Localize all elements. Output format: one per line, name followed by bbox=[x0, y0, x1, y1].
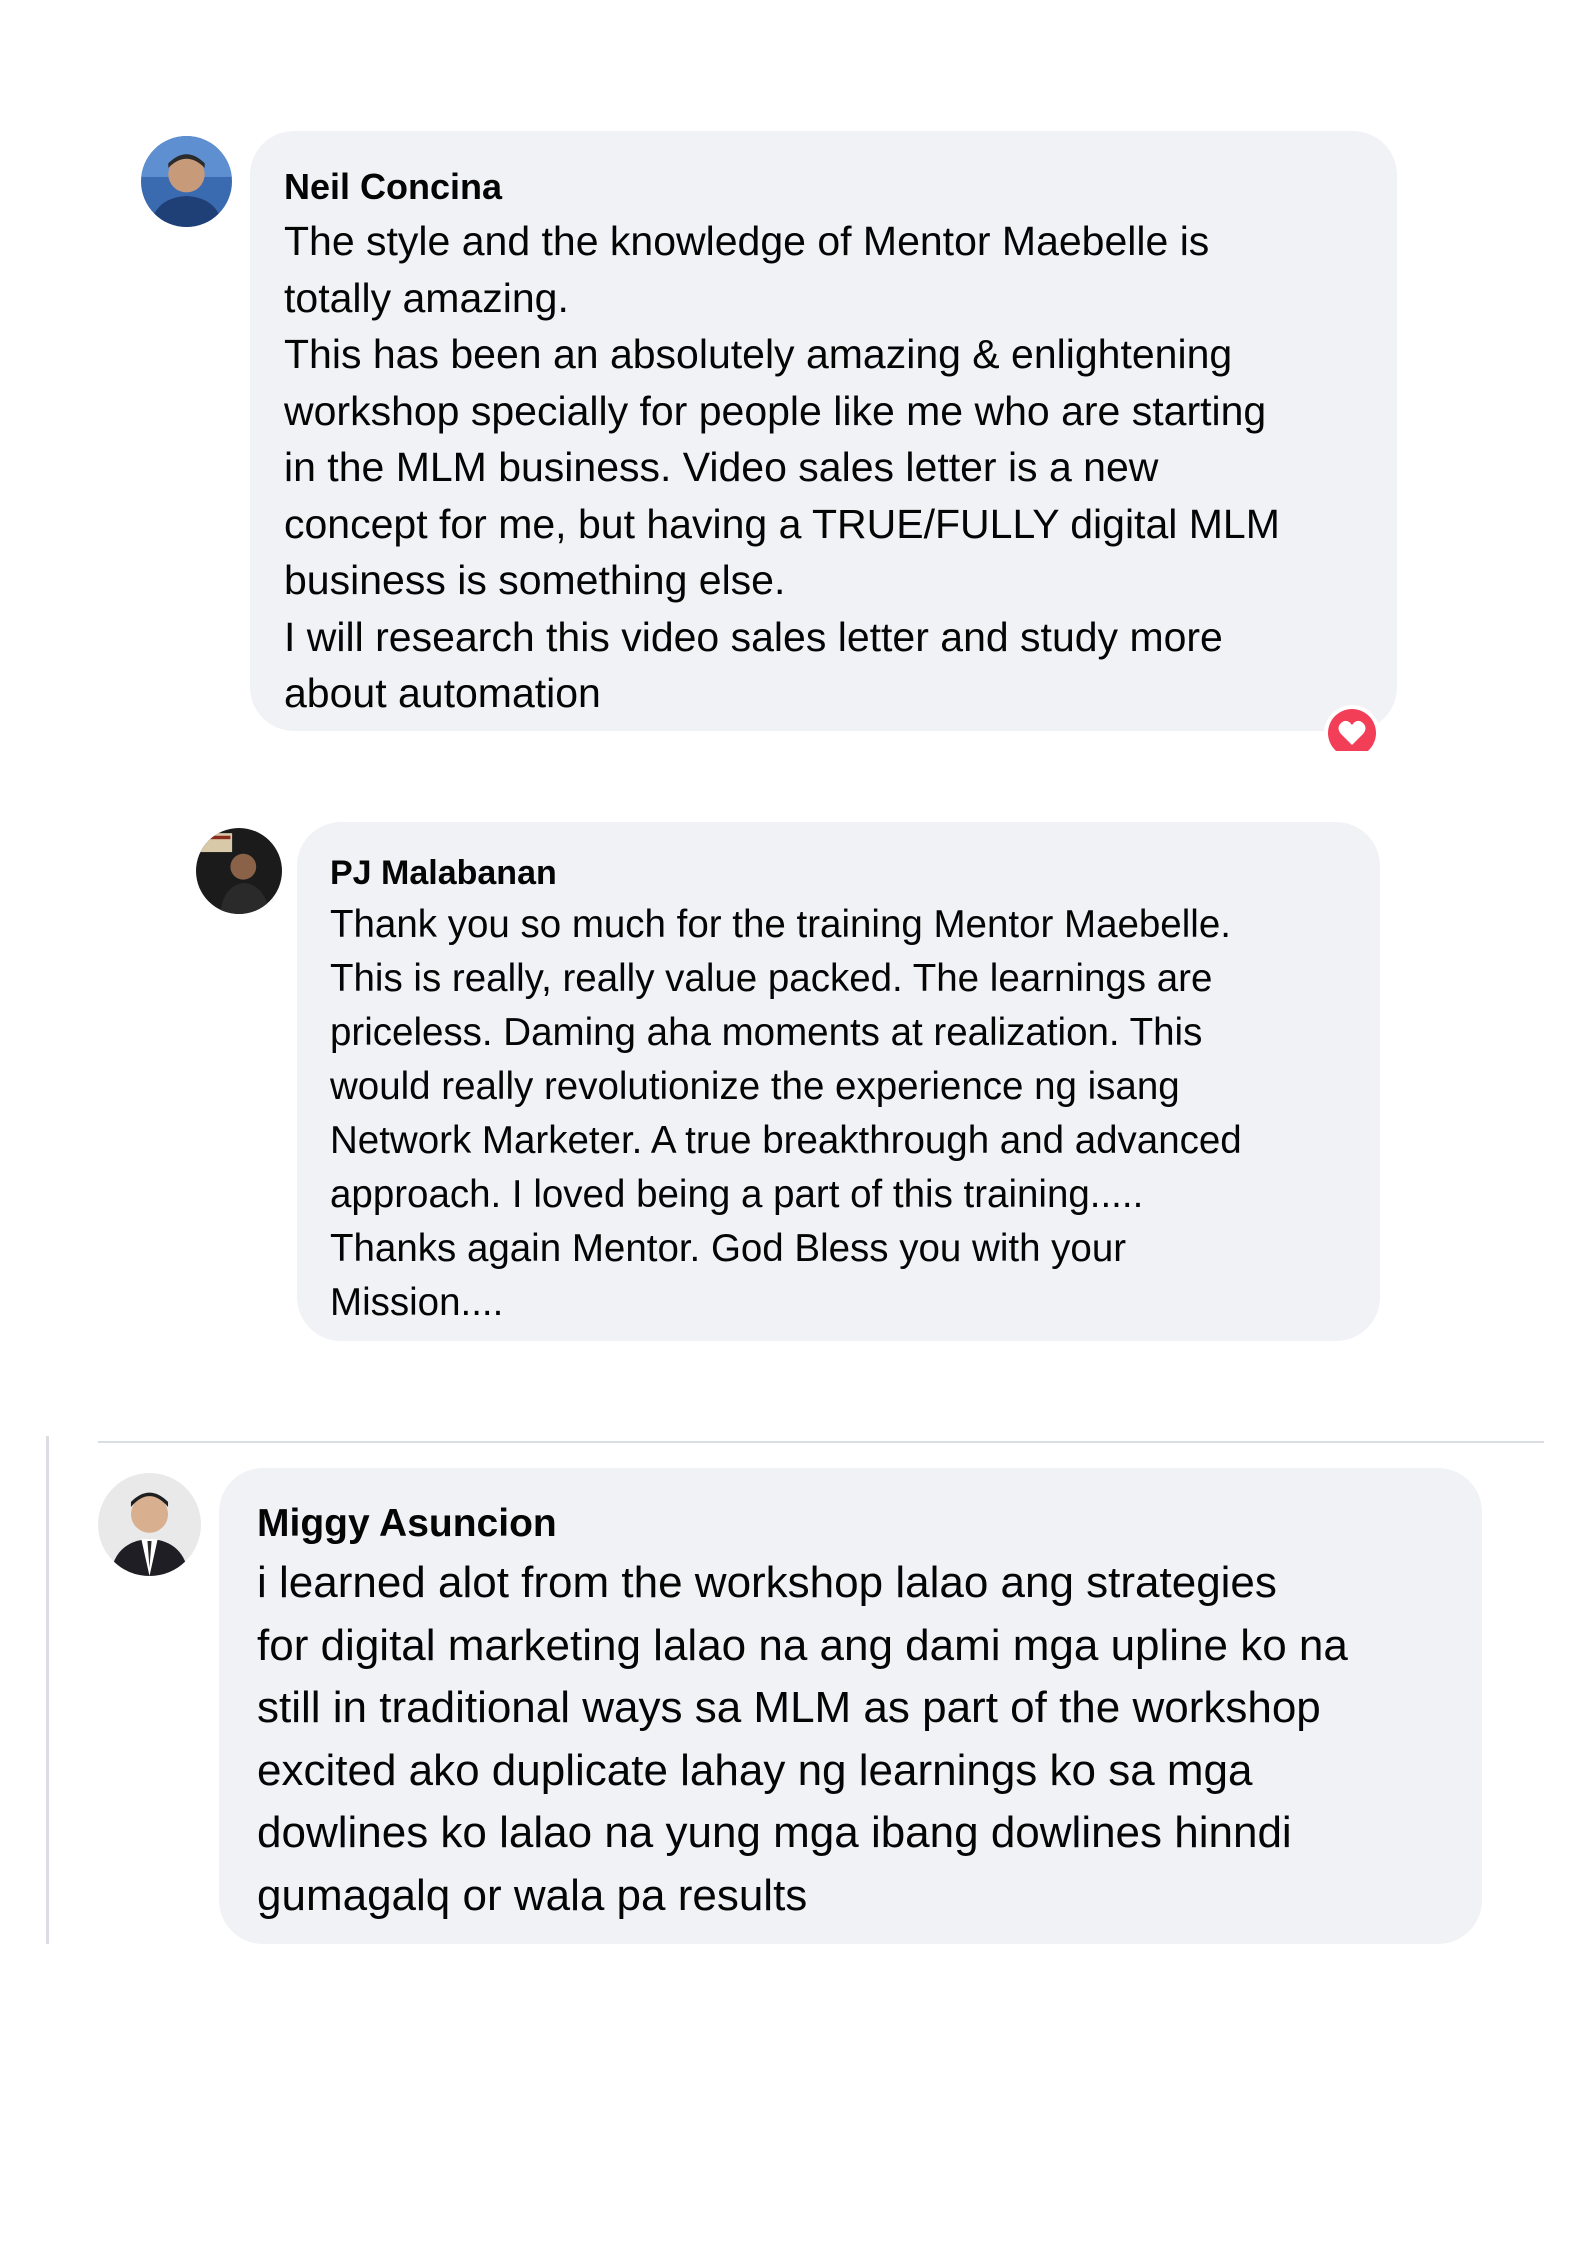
section-divider bbox=[98, 1441, 1544, 1443]
heart-reaction-icon[interactable] bbox=[1322, 703, 1382, 751]
comment-3-bubble: Miggy Asuncion i learned alot from the w… bbox=[219, 1468, 1482, 1944]
comment-3-author[interactable]: Miggy Asuncion bbox=[257, 1500, 1444, 1548]
comment-2-bubble: PJ Malabanan Thank you so much for the t… bbox=[297, 822, 1380, 1341]
comment-1-author[interactable]: Neil Concina bbox=[284, 165, 1363, 209]
avatar-photo-icon bbox=[196, 828, 282, 914]
comment-3-avatar[interactable] bbox=[98, 1473, 201, 1576]
avatar-photo-icon bbox=[141, 136, 232, 227]
comment-1-bubble: Neil Concina The style and the knowledge… bbox=[250, 131, 1397, 731]
avatar-photo-icon bbox=[98, 1473, 201, 1576]
comment-2-text: Thank you so much for the training Mento… bbox=[330, 903, 1242, 1324]
thread-line bbox=[46, 1436, 49, 1944]
comment-3-text: i learned alot from the workshop lalao a… bbox=[257, 1558, 1348, 1920]
comment-2-avatar[interactable] bbox=[196, 828, 282, 914]
comment-2-author[interactable]: PJ Malabanan bbox=[330, 852, 1347, 894]
comment-1-avatar[interactable] bbox=[141, 136, 232, 227]
comment-1-text: The style and the knowledge of Mentor Ma… bbox=[284, 218, 1280, 716]
